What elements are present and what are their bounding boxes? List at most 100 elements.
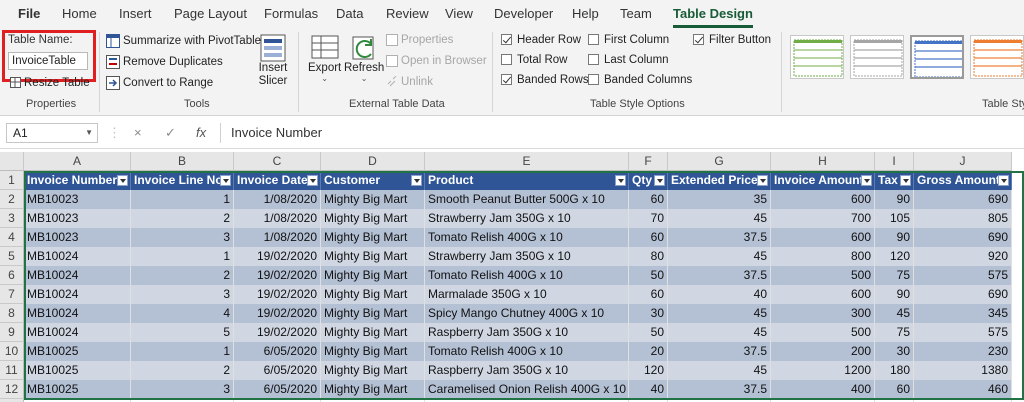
insert-function-icon[interactable]: fx [196,125,206,140]
row-header-9[interactable]: 9 [0,323,24,342]
table-cell[interactable]: 60 [629,190,668,209]
filter-dropdown-icon[interactable] [615,175,626,186]
table-cell[interactable]: 230 [914,342,1012,361]
table-cell[interactable]: Mighty Big Mart [321,342,425,361]
unlink-button[interactable]: Unlink [386,75,433,88]
table-header-cell[interactable]: Qty [629,171,668,190]
table-cell[interactable]: 460 [914,380,1012,399]
table-cell[interactable]: 19/02/2020 [234,247,321,266]
table-style-orange[interactable] [970,35,1024,79]
insert-slicer-button[interactable]: Insert Slicer [258,34,288,88]
table-cell[interactable]: MB10024 [24,247,131,266]
filter-dropdown-icon[interactable] [654,175,665,186]
table-cell[interactable]: 5 [131,323,234,342]
table-cell[interactable]: 19/02/2020 [234,304,321,323]
select-all-corner[interactable] [0,152,24,171]
table-header-cell[interactable]: Extended Price [668,171,771,190]
table-cell[interactable]: Mighty Big Mart [321,190,425,209]
table-cell[interactable]: 45 [668,323,771,342]
table-cell[interactable]: 1380 [914,361,1012,380]
column-header-h[interactable]: H [771,152,875,171]
table-cell[interactable]: 1/08/2020 [234,190,321,209]
filter-dropdown-icon[interactable] [998,175,1009,186]
remove-duplicates-button[interactable]: Remove Duplicates [106,55,223,69]
table-cell[interactable]: 6/05/2020 [234,342,321,361]
banded-columns-checkbox[interactable]: Banded Columns [588,74,692,86]
table-cell[interactable]: 37.5 [668,342,771,361]
table-cell[interactable]: Mighty Big Mart [321,247,425,266]
table-cell[interactable]: 600 [771,228,875,247]
export-button[interactable]: Export ⌄ [308,34,341,83]
table-header-cell[interactable]: Invoice Amount [771,171,875,190]
table-cell[interactable]: 690 [914,228,1012,247]
row-header-4[interactable]: 4 [0,228,24,247]
table-cell[interactable]: 1/08/2020 [234,228,321,247]
row-header-12[interactable]: 12 [0,380,24,399]
tab-insert[interactable]: Insert [119,0,152,28]
table-cell[interactable]: Mighty Big Mart [321,323,425,342]
table-cell[interactable]: 2 [131,209,234,228]
table-cell[interactable]: 19/02/2020 [234,266,321,285]
table-cell[interactable]: MB10023 [24,228,131,247]
tab-page-layout[interactable]: Page Layout [174,0,247,28]
filter-button-checkbox[interactable]: Filter Button [693,34,771,46]
table-cell[interactable]: MB10025 [24,342,131,361]
row-header-5[interactable]: 5 [0,247,24,266]
table-cell[interactable]: Strawberry Jam 350G x 10 [425,247,629,266]
tab-review[interactable]: Review [386,0,429,28]
row-header-2[interactable]: 2 [0,190,24,209]
table-cell[interactable]: MB10024 [24,304,131,323]
table-cell[interactable]: 2 [131,266,234,285]
table-cell[interactable]: 40 [668,285,771,304]
table-cell[interactable]: 19/02/2020 [234,323,321,342]
table-cell[interactable]: MB10024 [24,323,131,342]
table-cell[interactable]: Mighty Big Mart [321,304,425,323]
table-cell[interactable]: 700 [771,209,875,228]
filter-dropdown-icon[interactable] [900,175,911,186]
table-header-cell[interactable]: Gross Amount [914,171,1012,190]
table-cell[interactable]: 1 [131,342,234,361]
table-cell[interactable]: 60 [629,228,668,247]
total-row-checkbox[interactable]: Total Row [501,54,568,66]
worksheet-grid[interactable]: ABCDEFGHIJ12345678910111213Invoice Numbe… [0,152,1024,402]
table-cell[interactable]: 690 [914,190,1012,209]
properties-button[interactable]: Properties [386,34,453,46]
table-cell[interactable]: Mighty Big Mart [321,228,425,247]
refresh-button[interactable]: Refresh ⌄ [344,34,384,83]
table-header-cell[interactable]: Invoice Number [24,171,131,190]
row-header-3[interactable]: 3 [0,209,24,228]
column-header-e[interactable]: E [425,152,629,171]
table-cell[interactable]: 1 [131,190,234,209]
table-cell[interactable]: 3 [131,380,234,399]
table-cell[interactable]: Tomato Relish 400G x 10 [425,342,629,361]
tab-file[interactable]: File [18,0,40,28]
table-cell[interactable]: 37.5 [668,380,771,399]
table-cell[interactable]: Mighty Big Mart [321,209,425,228]
table-cell[interactable]: MB10025 [24,361,131,380]
first-column-checkbox[interactable]: First Column [588,34,669,46]
tab-home[interactable]: Home [62,0,97,28]
table-cell[interactable]: 80 [629,247,668,266]
table-cell[interactable]: 60 [629,285,668,304]
table-style-green[interactable] [790,35,844,79]
table-cell[interactable]: Mighty Big Mart [321,266,425,285]
cancel-icon[interactable]: × [134,125,142,140]
table-cell[interactable]: 30 [875,342,914,361]
convert-to-range-button[interactable]: Convert to Range [106,76,213,90]
table-cell[interactable]: 40 [629,380,668,399]
table-cell[interactable]: Tomato Relish 400G x 10 [425,266,629,285]
row-header-8[interactable]: 8 [0,304,24,323]
filter-dropdown-icon[interactable] [220,175,231,186]
table-cell[interactable]: 50 [629,323,668,342]
table-cell[interactable]: 70 [629,209,668,228]
table-cell[interactable]: 575 [914,266,1012,285]
table-cell[interactable]: 3 [131,285,234,304]
table-cell[interactable]: 45 [875,304,914,323]
table-cell[interactable]: 180 [875,361,914,380]
name-box[interactable]: A1 ▼ [6,123,98,143]
table-cell[interactable]: 805 [914,209,1012,228]
filter-dropdown-icon[interactable] [861,175,872,186]
table-header-cell[interactable]: Product [425,171,629,190]
table-cell[interactable]: Spicy Mango Chutney 400G x 10 [425,304,629,323]
table-cell[interactable]: 4 [131,304,234,323]
